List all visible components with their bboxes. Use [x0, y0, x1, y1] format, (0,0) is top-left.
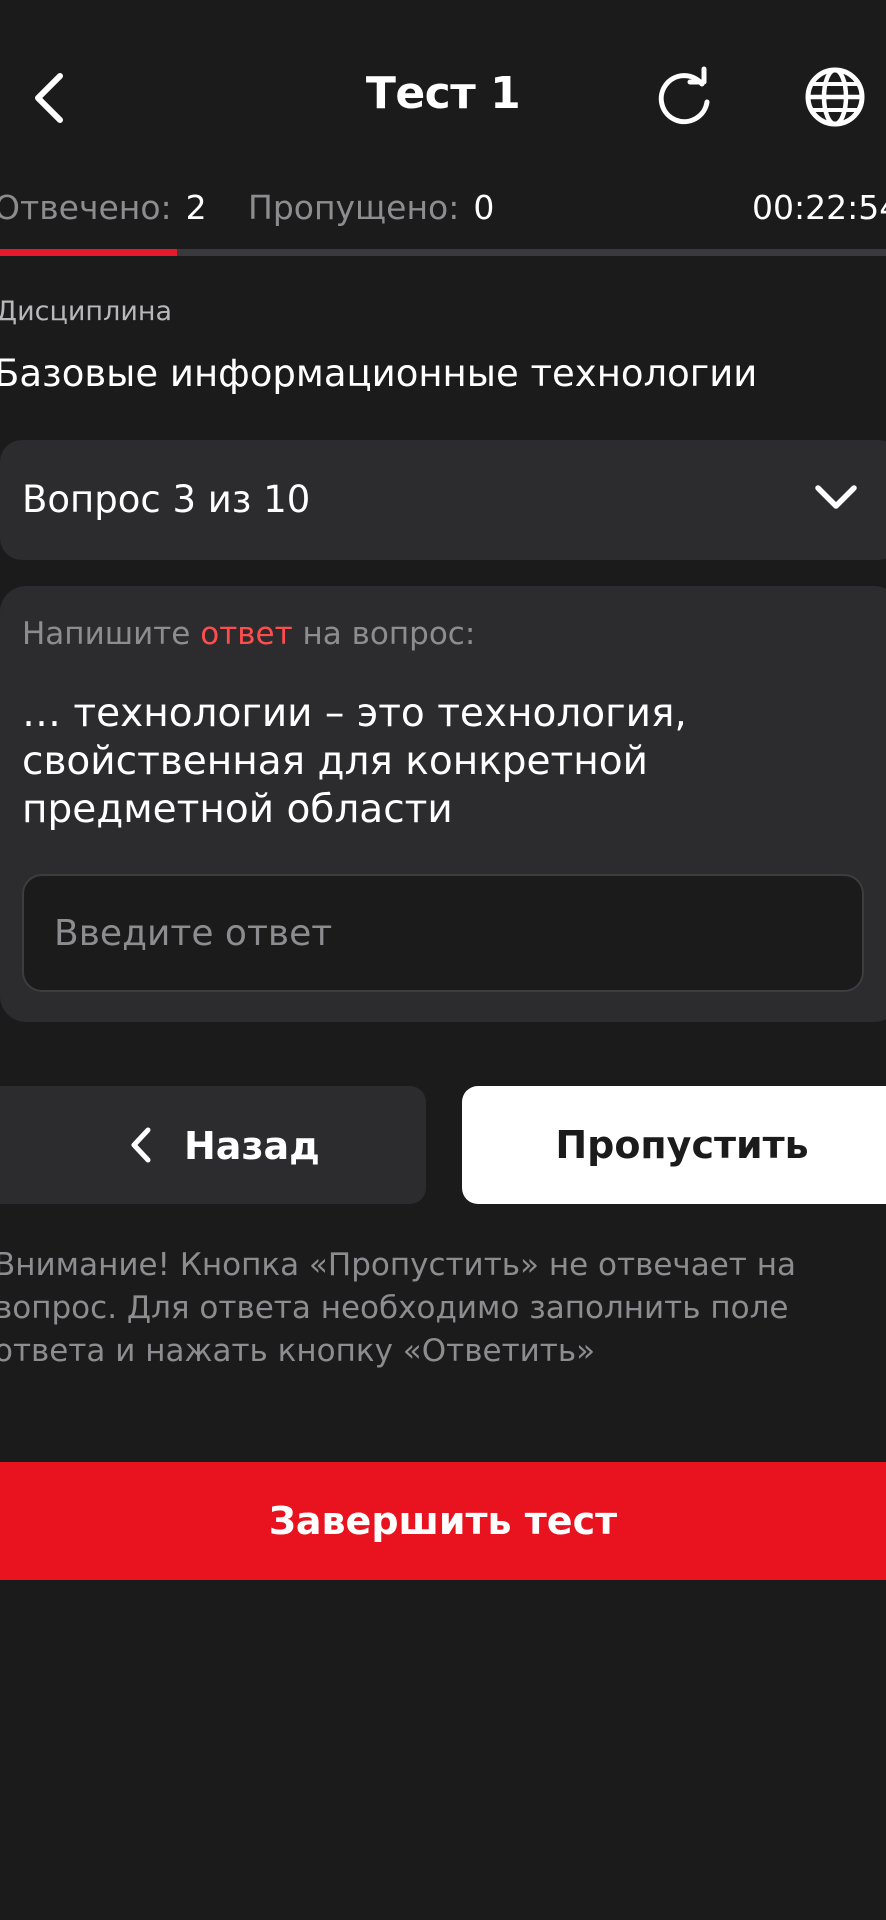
skipped-label: Пропущено:: [248, 188, 460, 227]
header: Тест 1: [0, 0, 886, 190]
question-card: Напишите ответ на вопрос: … технологии –…: [0, 586, 886, 1022]
skip-button[interactable]: Пропустить: [462, 1086, 886, 1204]
answered-value: 2: [185, 188, 207, 227]
globe-icon[interactable]: [804, 66, 866, 128]
skip-warning: Внимание! Кнопка «Пропустить» не отвечае…: [0, 1247, 796, 1369]
refresh-icon[interactable]: [654, 66, 716, 128]
question-selector[interactable]: Вопрос 3 из 10: [0, 440, 886, 560]
discipline-value: Базовые информационные технологии: [0, 352, 758, 395]
timer: 00:22:54: [752, 188, 886, 227]
instruction-accent: ответ: [200, 616, 293, 652]
discipline-label: Дисциплина: [0, 296, 173, 327]
skipped-count: Пропущено: 0: [248, 188, 494, 227]
instruction-before: Напишите: [22, 616, 201, 652]
progress-fill: [0, 249, 178, 256]
question-text: … технологии – это технология, свойствен…: [22, 691, 687, 832]
test-screen: Тест 1 Отвечено: 2 Пропущено: 0 00:22:54 Д…: [0, 0, 886, 1920]
status-bar: Отвечено: 2 Пропущено: 0 00:22:54: [0, 188, 886, 232]
answer-input[interactable]: [22, 874, 864, 992]
instruction-after: на вопрос:: [292, 616, 476, 652]
page-title: Тест 1: [365, 68, 521, 119]
finish-test-button[interactable]: Завершить тест: [0, 1462, 886, 1580]
question-selector-label: Вопрос 3 из 10: [22, 478, 311, 521]
question-instruction: Напишите ответ на вопрос:: [22, 616, 475, 652]
back-button[interactable]: Назад: [0, 1086, 426, 1204]
chevron-left-icon: [131, 1127, 151, 1163]
back-button-label: Назад: [184, 1124, 320, 1168]
skipped-value: 0: [473, 188, 495, 227]
answered-count: Отвечено: 2: [0, 188, 207, 227]
chevron-down-icon: [815, 485, 857, 509]
progress-bar: [0, 249, 886, 256]
answered-label: Отвечено:: [0, 188, 172, 227]
